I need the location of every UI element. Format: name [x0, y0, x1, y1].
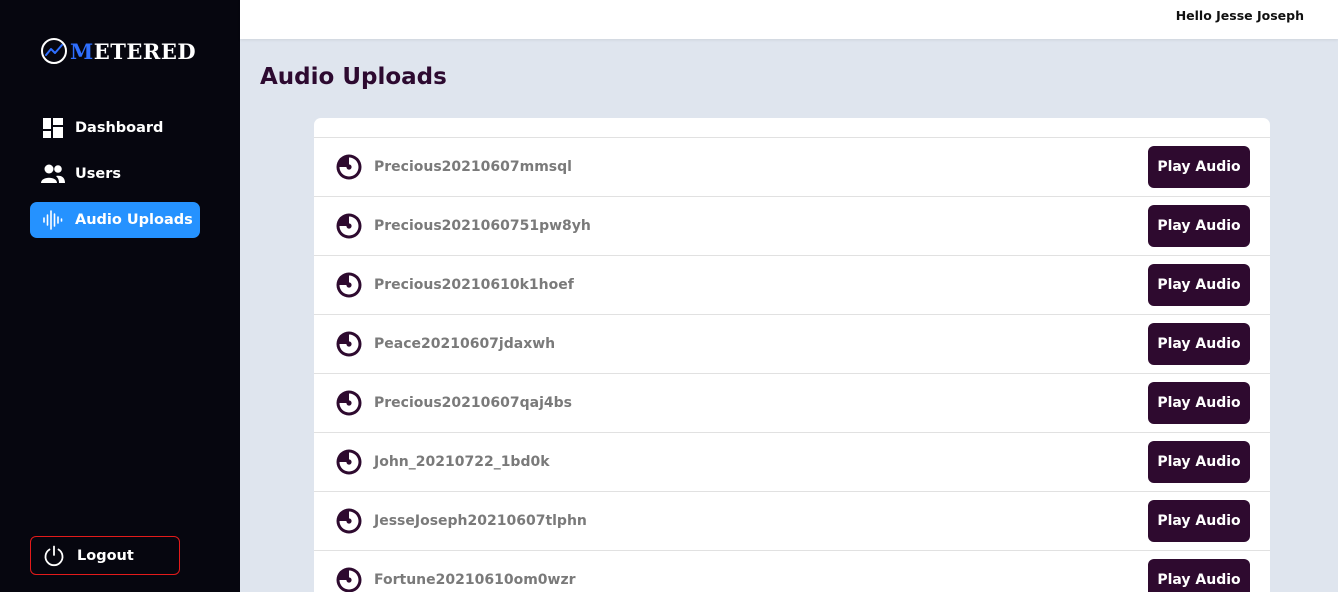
sidebar-item-audio-uploads[interactable]: Audio Uploads	[30, 202, 200, 238]
list-item: Peace20210607jdaxwh Play Audio	[314, 315, 1270, 374]
sidebar-item-label: Dashboard	[75, 120, 164, 136]
audio-disc-icon	[336, 213, 362, 239]
logout-button[interactable]: Logout	[30, 536, 180, 575]
list-item: Fortune20210610om0wzr Play Audio	[314, 551, 1270, 592]
audio-disc-icon	[336, 331, 362, 357]
audio-disc-icon	[336, 390, 362, 416]
upload-name: Peace20210607jdaxwh	[374, 336, 556, 352]
list-item: Precious20210607qaj4bs Play Audio	[314, 374, 1270, 433]
play-audio-button[interactable]: Play Audio	[1148, 500, 1250, 542]
chart-circle-icon	[41, 38, 67, 64]
upload-name: JesseJoseph20210607tlphn	[374, 513, 587, 529]
page-title: Audio Uploads	[260, 64, 447, 90]
sidebar-item-dashboard[interactable]: Dashboard	[30, 110, 200, 146]
play-audio-button[interactable]: Play Audio	[1148, 146, 1250, 188]
upload-name: Precious20210607mmsql	[374, 159, 572, 175]
list-item: Precious20210610k1hoef Play Audio	[314, 256, 1270, 315]
audio-disc-icon	[336, 567, 362, 592]
sidebar-nav: Dashboard Users Audio Uploads	[30, 110, 200, 248]
user-greeting: Hello Jesse Joseph	[1175, 8, 1304, 23]
list-item: JesseJoseph20210607tlphn Play Audio	[314, 492, 1270, 551]
sidebar-item-users[interactable]: Users	[30, 156, 200, 192]
sidebar-item-label: Audio Uploads	[75, 212, 193, 228]
brand-name: METERED	[70, 38, 197, 64]
logout-label: Logout	[77, 547, 134, 564]
upload-name: John_20210722_1bd0k	[374, 454, 550, 470]
dashboard-grid-icon	[41, 116, 65, 140]
list-item: Precious2021060751pw8yh Play Audio	[314, 197, 1270, 256]
brand-logo[interactable]: METERED	[40, 36, 196, 66]
audio-disc-icon	[336, 154, 362, 180]
play-audio-button[interactable]: Play Audio	[1148, 264, 1250, 306]
list-item: Precious20210607mmsql Play Audio	[314, 138, 1270, 197]
sidebar-item-label: Users	[75, 166, 122, 182]
play-audio-button[interactable]: Play Audio	[1148, 441, 1250, 483]
audio-disc-icon	[336, 508, 362, 534]
card-header	[314, 118, 1270, 138]
play-audio-button[interactable]: Play Audio	[1148, 559, 1250, 592]
uploads-card: Precious20210607mmsql Play Audio Precious2…	[314, 118, 1270, 592]
audio-wave-icon	[41, 208, 65, 232]
play-audio-button[interactable]: Play Audio	[1148, 205, 1250, 247]
sidebar: METERED Dashboard Users Audio Uploads Lo…	[0, 0, 240, 592]
upload-name: Precious2021060751pw8yh	[374, 218, 591, 234]
upload-name: Precious20210607qaj4bs	[374, 395, 572, 411]
top-bar: Hello Jesse Joseph	[240, 0, 1338, 39]
power-icon	[42, 544, 66, 568]
play-audio-button[interactable]: Play Audio	[1148, 323, 1250, 365]
play-audio-button[interactable]: Play Audio	[1148, 382, 1250, 424]
audio-disc-icon	[336, 449, 362, 475]
upload-name: Fortune20210610om0wzr	[374, 572, 576, 588]
uploads-list: Precious20210607mmsql Play Audio Precious2…	[314, 138, 1270, 592]
upload-name: Precious20210610k1hoef	[374, 277, 574, 293]
users-icon	[41, 162, 65, 186]
list-item: John_20210722_1bd0k Play Audio	[314, 433, 1270, 492]
audio-disc-icon	[336, 272, 362, 298]
